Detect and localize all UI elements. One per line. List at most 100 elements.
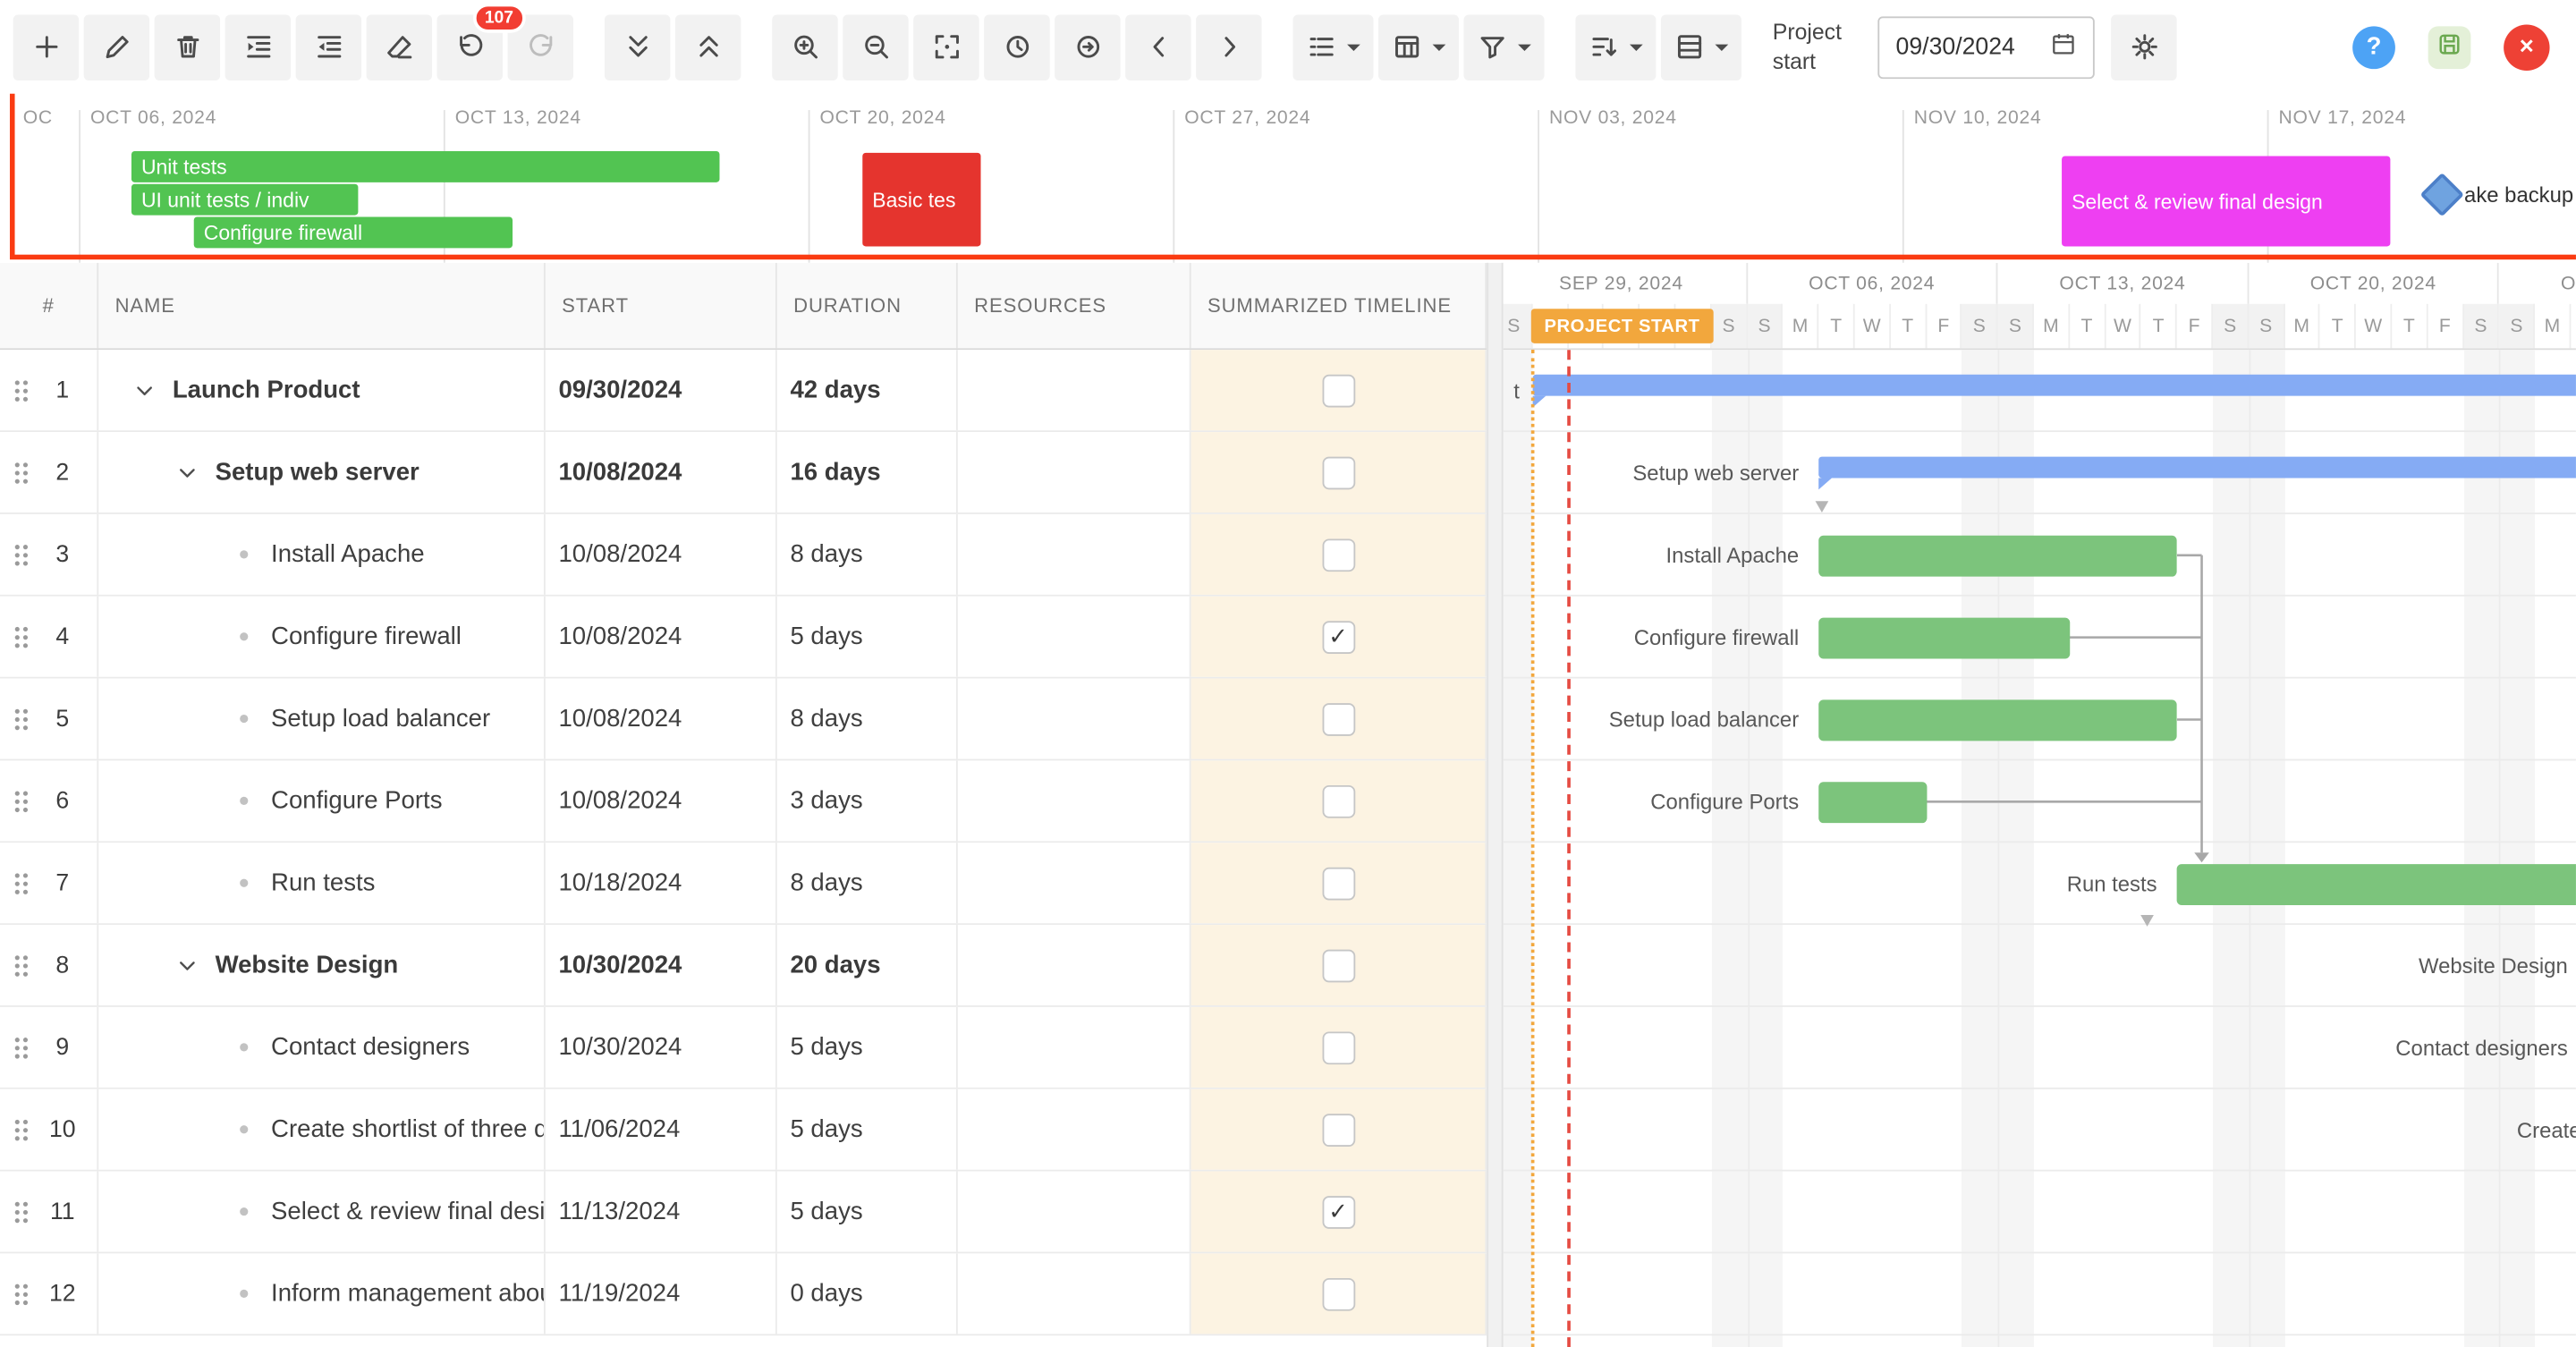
drag-handle-icon[interactable] [8, 1034, 34, 1060]
drag-handle-icon[interactable] [8, 459, 34, 485]
task-name: Setup load balancer [271, 705, 490, 733]
shift-previous-button[interactable] [1125, 14, 1191, 80]
drag-handle-icon[interactable] [8, 706, 34, 732]
row-height-menu-button[interactable] [1661, 14, 1741, 80]
collapse-all-button[interactable] [675, 14, 741, 80]
gantt-parent-bar[interactable] [1819, 457, 2576, 479]
collapse-chevron-icon[interactable] [174, 461, 200, 484]
filter-menu-button[interactable] [1463, 14, 1544, 80]
outdent-button[interactable] [296, 14, 361, 80]
start-date: 10/08/2024 [558, 540, 682, 568]
table-row[interactable]: 6Configure Ports10/08/20243 days [0, 760, 1487, 843]
drag-handle-icon[interactable] [8, 541, 34, 567]
drag-handle-icon[interactable] [8, 870, 34, 896]
table-row[interactable]: 2Setup web server10/08/202416 days [0, 432, 1487, 514]
summarized-timeline-checkbox[interactable] [1322, 1113, 1355, 1146]
table-row[interactable]: 9Contact designers10/30/20245 days [0, 1007, 1487, 1089]
columns-menu-button[interactable] [1378, 14, 1459, 80]
calendar-icon[interactable] [2050, 30, 2076, 64]
gantt-task-bar[interactable] [2177, 864, 2576, 905]
gantt-day-cell: S [2463, 304, 2499, 349]
grid-gantt-splitter[interactable] [1487, 263, 1503, 1347]
gantt-task-bar[interactable] [1819, 699, 2177, 741]
zoom-out-button[interactable] [843, 14, 908, 80]
table-row[interactable]: 1Launch Product09/30/202442 days [0, 350, 1487, 432]
edit-task-button[interactable] [84, 14, 149, 80]
next-timespan-button[interactable] [1055, 14, 1120, 80]
close-button[interactable]: × [2504, 24, 2549, 70]
indent-button[interactable] [225, 14, 291, 80]
list-icon [1306, 31, 1337, 63]
summarized-timeline-checkbox[interactable] [1322, 784, 1355, 818]
clock-forward-icon [1072, 31, 1103, 63]
column-header-duration[interactable]: DURATION [777, 263, 958, 349]
drag-handle-icon[interactable] [8, 1199, 34, 1224]
delete-task-button[interactable] [155, 14, 220, 80]
add-task-button[interactable] [13, 14, 79, 80]
resources-cell [958, 925, 1191, 1005]
shift-next-button[interactable] [1196, 14, 1261, 80]
undo-button[interactable]: 107 [437, 14, 503, 80]
table-row[interactable]: 3Install Apache10/08/20248 days [0, 514, 1487, 597]
summarized-timeline-checkbox[interactable] [1322, 1277, 1355, 1310]
column-header-start[interactable]: START [546, 263, 777, 349]
expand-all-button[interactable] [605, 14, 670, 80]
gantt-task-bar[interactable] [1819, 536, 2177, 577]
table-row[interactable]: 11Select & review final desi11/13/20245 … [0, 1172, 1487, 1254]
column-header-resources[interactable]: RESOURCES [958, 263, 1191, 349]
eraser-button[interactable] [367, 14, 432, 80]
summarized-timeline-checkbox[interactable] [1322, 867, 1355, 900]
drag-handle-icon[interactable] [8, 377, 34, 403]
drag-handle-icon[interactable] [8, 1116, 34, 1142]
summarized-timeline-checkbox[interactable] [1322, 538, 1355, 572]
summarized-timeline-checkbox[interactable]: ✓ [1322, 1195, 1355, 1228]
summarized-timeline-cell: ✓ [1191, 1172, 1487, 1252]
settings-button[interactable] [2111, 14, 2176, 80]
eraser-icon [384, 31, 415, 63]
summarized-timeline-checkbox[interactable] [1322, 702, 1355, 735]
gantt-parent-bar[interactable] [1532, 375, 2576, 396]
column-header-name[interactable]: NAME [98, 263, 546, 349]
summarized-timeline-checkbox[interactable] [1322, 1031, 1355, 1064]
summarized-timeline-checkbox[interactable]: ✓ [1322, 620, 1355, 653]
save-button[interactable] [2428, 25, 2471, 68]
overview-task-bar[interactable]: UI unit tests / indiv [131, 184, 358, 216]
table-row[interactable]: 12Inform management abou11/19/20240 days [0, 1253, 1487, 1335]
collapse-chevron-icon[interactable] [174, 953, 200, 977]
table-row[interactable]: 8Website Design10/30/202420 days [0, 925, 1487, 1007]
summarized-timeline-checkbox[interactable] [1322, 456, 1355, 489]
drag-handle-icon[interactable] [8, 952, 34, 978]
drag-handle-icon[interactable] [8, 623, 34, 649]
plus-icon [30, 31, 62, 63]
summarized-timeline-checkbox[interactable] [1322, 949, 1355, 982]
criteria-menu-button[interactable] [1575, 14, 1656, 80]
overview-task-bar[interactable]: Unit tests [131, 151, 720, 182]
duration: 5 days [790, 1115, 862, 1143]
duration-cell: 8 days [777, 679, 958, 759]
project-start-date-input[interactable]: 09/30/2024 [1877, 15, 2094, 78]
leaf-bullet-icon [239, 715, 247, 723]
overview-task-bar[interactable]: Basic tes [862, 153, 980, 247]
resources-cell [958, 1007, 1191, 1088]
column-header-summarized-timeline[interactable]: SUMMARIZED TIMELINE [1191, 263, 1487, 349]
table-row[interactable]: 4Configure firewall10/08/20245 days✓ [0, 597, 1487, 679]
drag-handle-icon[interactable] [8, 1281, 34, 1307]
table-row[interactable]: 5Setup load balancer10/08/20248 days [0, 679, 1487, 761]
table-row[interactable]: 7Run tests10/18/20248 days [0, 843, 1487, 925]
column-header-number[interactable]: # [0, 263, 98, 349]
help-button[interactable]: ? [2352, 25, 2395, 68]
collapse-chevron-icon[interactable] [131, 378, 157, 402]
zoom-in-button[interactable] [772, 14, 837, 80]
previous-timespan-button[interactable] [984, 14, 1049, 80]
overview-task-bar[interactable]: Configure firewall [194, 216, 513, 248]
zoom-to-fit-button[interactable] [913, 14, 979, 80]
milestone-diamond-icon[interactable] [2420, 173, 2464, 216]
table-row[interactable]: 10Create shortlist of three d11/06/20245… [0, 1089, 1487, 1172]
gantt-task-bar[interactable] [1819, 782, 1927, 823]
overview-task-bar[interactable]: Select & review final design [2062, 156, 2390, 246]
gantt-task-bar[interactable] [1819, 618, 2070, 659]
task-name: Contact designers [271, 1033, 470, 1061]
summarized-timeline-checkbox[interactable] [1322, 374, 1355, 407]
drag-handle-icon[interactable] [8, 788, 34, 814]
features-menu-button[interactable] [1292, 14, 1373, 80]
